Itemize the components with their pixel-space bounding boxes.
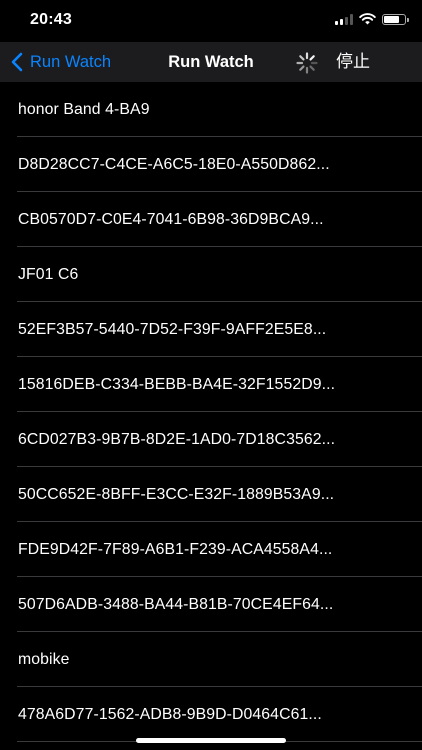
- chevron-left-icon: [11, 52, 23, 72]
- spinner-tick: [309, 65, 315, 71]
- signal-bar: [345, 17, 348, 25]
- screen: 20:43 Run Watch Run Watch 停止 honor Band …: [0, 0, 422, 750]
- device-label: FDE9D42F-7F89-A6B1-F239-ACA4558A4...: [18, 541, 333, 558]
- signal-bar: [335, 21, 338, 25]
- device-label: 507D6ADB-3488-BA44-B81B-70CE4EF64...: [18, 596, 334, 613]
- device-row[interactable]: JF01 C6: [0, 247, 422, 302]
- device-row[interactable]: 478A6D77-1562-ADB8-9B9D-D0464C61...: [0, 687, 422, 742]
- device-label: JF01 C6: [18, 266, 79, 283]
- device-label: mobike: [18, 651, 70, 668]
- device-row[interactable]: 50CC652E-8BFF-E3CC-E32F-1889B53A9...: [0, 467, 422, 522]
- device-label: 52EF3B57-5440-7D52-F39F-9AFF2E5E8...: [18, 321, 327, 338]
- spinner-tick: [299, 65, 305, 71]
- device-row[interactable]: mobike: [0, 632, 422, 687]
- home-indicator[interactable]: [136, 738, 286, 743]
- wifi-icon: [359, 13, 376, 25]
- device-label: 50CC652E-8BFF-E3CC-E32F-1889B53A9...: [18, 486, 335, 503]
- spinner-tick: [309, 55, 315, 61]
- device-label: honor Band 4-BA9: [18, 101, 150, 118]
- device-row[interactable]: honor Band 4-BA9: [0, 82, 422, 137]
- device-row[interactable]: CB0570D7-C0E4-7041-6B98-36D9BCA9...: [0, 192, 422, 247]
- status-icons: [335, 13, 409, 25]
- back-label: Run Watch: [30, 52, 112, 71]
- device-label: D8D28CC7-C4CE-A6C5-18E0-A550D862...: [18, 156, 330, 173]
- device-row[interactable]: 15816DEB-C334-BEBB-BA4E-32F1552D9...: [0, 357, 422, 412]
- device-row[interactable]: 52EF3B57-5440-7D52-F39F-9AFF2E5E8...: [0, 302, 422, 357]
- status-time: 20:43: [30, 11, 72, 28]
- stop-button[interactable]: 停止: [336, 42, 370, 82]
- device-label: 15816DEB-C334-BEBB-BA4E-32F1552D9...: [18, 376, 336, 393]
- device-label: 478A6D77-1562-ADB8-9B9D-D0464C61...: [18, 706, 322, 723]
- signal-bar: [340, 19, 343, 25]
- device-row[interactable]: FDE9D42F-7F89-A6B1-F239-ACA4558A4...: [0, 522, 422, 577]
- navigation-bar: Run Watch Run Watch 停止: [0, 42, 422, 82]
- device-row[interactable]: 507D6ADB-3488-BA44-B81B-70CE4EF64...: [0, 577, 422, 632]
- device-row[interactable]: D8D28CC7-C4CE-A6C5-18E0-A550D862...: [0, 137, 422, 192]
- cellular-signal-icon: [335, 13, 353, 25]
- device-list: honor Band 4-BA9 D8D28CC7-C4CE-A6C5-18E0-…: [0, 82, 422, 742]
- back-button[interactable]: Run Watch: [8, 42, 111, 82]
- battery-level: [384, 15, 400, 23]
- spinner-tick: [299, 55, 305, 61]
- device-row[interactable]: 6CD027B3-9B7B-8D2E-1AD0-7D18C3562...: [0, 412, 422, 467]
- device-label: 6CD027B3-9B7B-8D2E-1AD0-7D18C3562...: [18, 431, 336, 448]
- device-label: CB0570D7-C0E4-7041-6B98-36D9BCA9...: [18, 211, 324, 228]
- battery-icon: [382, 13, 409, 25]
- activity-spinner-icon: [296, 52, 318, 74]
- signal-bar: [350, 14, 353, 25]
- status-bar: 20:43: [0, 0, 422, 42]
